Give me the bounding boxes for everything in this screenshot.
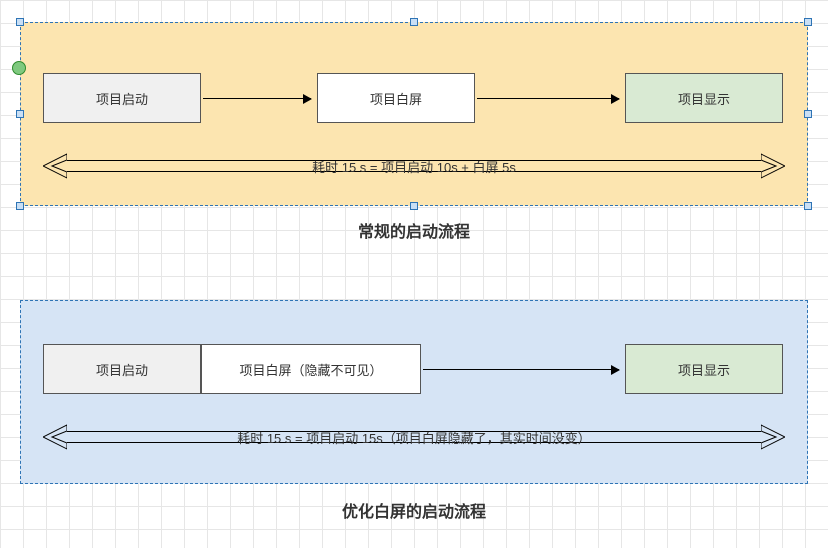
selection-handle[interactable]: [16, 110, 24, 118]
selection-handle[interactable]: [804, 110, 812, 118]
timespan-arrow: 耗时 15 s = 项目启动 15s（项目白屏隐藏了，其实时间没变）: [43, 424, 785, 450]
box-project-show: 项目显示: [625, 73, 783, 123]
selection-handle[interactable]: [16, 18, 24, 26]
selection-handle[interactable]: [804, 202, 812, 210]
arrow-icon: [423, 369, 619, 370]
box-project-show: 项目显示: [625, 344, 783, 394]
arrow-icon: [203, 98, 311, 99]
box-white-screen: 项目白屏: [317, 73, 475, 123]
arrow-left-icon: [43, 424, 67, 450]
arrow-right-icon: [761, 153, 785, 179]
caption-normal: 常规的启动流程: [20, 218, 808, 242]
selection-handle[interactable]: [410, 202, 418, 210]
box-project-start: 项目启动: [43, 344, 201, 394]
arrow-right-icon: [761, 424, 785, 450]
box-project-start: 项目启动: [43, 73, 201, 123]
caption-optimized: 优化白屏的启动流程: [20, 498, 808, 522]
selection-handle[interactable]: [410, 18, 418, 26]
box-white-screen-hidden: 项目白屏（隐藏不可见）: [201, 344, 421, 394]
diagram-panel-normal: 项目启动 项目白屏 项目显示 耗时 15 s = 项目启动 10s + 白屏 5…: [20, 22, 808, 206]
selection-handle[interactable]: [16, 202, 24, 210]
timespan-label: 耗时 15 s = 项目启动 15s（项目白屏隐藏了，其实时间没变）: [67, 431, 761, 443]
diagram-panel-optimized: 项目启动 项目白屏（隐藏不可见） 项目显示 耗时 15 s = 项目启动 15s…: [20, 300, 808, 484]
rotate-handle[interactable]: [12, 61, 26, 75]
arrow-icon: [477, 98, 619, 99]
selection-handle[interactable]: [804, 18, 812, 26]
arrow-left-icon: [43, 153, 67, 179]
timespan-label: 耗时 15 s = 项目启动 10s + 白屏 5s: [67, 160, 761, 172]
timespan-arrow: 耗时 15 s = 项目启动 10s + 白屏 5s: [43, 153, 785, 179]
